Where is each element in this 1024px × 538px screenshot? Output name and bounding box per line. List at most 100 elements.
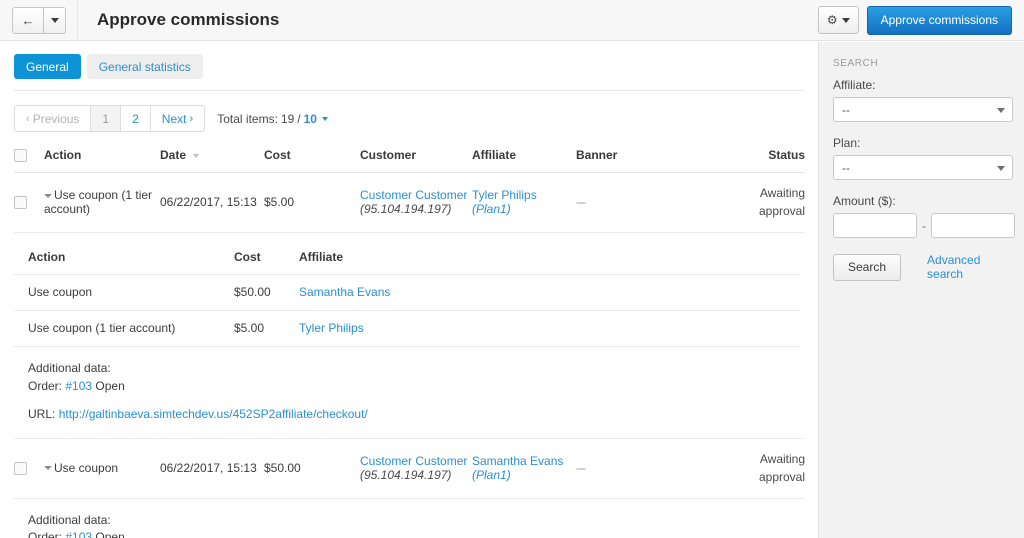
pagination-page-1[interactable]: 1 (91, 106, 122, 131)
pagination-page-1-label: 1 (102, 111, 110, 126)
row-customer-ip: (95.104.194.197) (360, 467, 452, 482)
row-customer-ip: (95.104.194.197) (360, 202, 452, 217)
select-all-header (14, 148, 44, 174)
pagination-next-label: Next (161, 111, 187, 126)
column-affiliate[interactable]: Affiliate (472, 148, 576, 174)
back-button[interactable]: ← (12, 6, 44, 34)
row-affiliate-plan[interactable]: (Plan1) (472, 202, 576, 216)
total-items-label: Total items: (217, 111, 278, 126)
row-customer-link[interactable]: Customer Customer (360, 454, 472, 468)
detail-action: Use coupon (1 tier account) (14, 310, 220, 348)
column-action[interactable]: Action (44, 148, 160, 174)
order-number-link[interactable]: #103 (65, 379, 92, 393)
column-date[interactable]: Date (160, 148, 264, 174)
row-action-label: Use coupon (1 tier account) (44, 188, 153, 217)
row-detail-panel: Action Cost Affiliate Use coupon $50.00 … (0, 241, 818, 439)
checkout-url-link[interactable]: http://galtinbaeva.simtechdev.us/452SP2a… (59, 407, 368, 421)
order-label: Order: (28, 529, 63, 538)
settings-button[interactable]: ⚙ (817, 6, 859, 34)
pagination-previous[interactable]: ‹ Previous (15, 106, 92, 131)
detail-affiliate-cell: Samantha Evans (285, 274, 800, 312)
table-row[interactable]: Use coupon (1 tier account) 06/22/2017, … (14, 172, 805, 234)
plan-select[interactable]: -- (833, 155, 1013, 180)
row-cost: $50.00 (264, 438, 360, 499)
tab-general[interactable]: General (14, 54, 81, 79)
row-affiliate-link[interactable]: Samantha Evans (472, 454, 576, 468)
row-detail-body: Use coupon $50.00 Samantha Evans Use cou… (14, 274, 800, 348)
order-label: Order: (28, 378, 63, 393)
column-cost[interactable]: Cost (264, 148, 360, 174)
total-items: Total items: 19 / 10 (217, 112, 328, 126)
tab-bar: General General statistics (0, 42, 818, 79)
additional-data: Additional data: Order: #103 Open URL: h… (14, 499, 818, 538)
pagination-previous-label: Previous (32, 111, 80, 126)
row-affiliate-plan[interactable]: (Plan1) (472, 468, 576, 482)
table-header-row: Action Date Cost Customer Affiliate Bann… (14, 148, 805, 174)
detail-affiliate-link[interactable]: Samantha Evans (299, 285, 390, 299)
search-actions: Search Advanced search (833, 253, 1012, 281)
row-status: Awaiting approval (734, 438, 805, 499)
approve-commissions-button[interactable]: Approve commissions (866, 5, 1012, 35)
amount-range-separator: - (922, 218, 926, 233)
plan-label: Plan: (833, 136, 861, 150)
tab-general-statistics[interactable]: General statistics (86, 54, 203, 79)
table-row[interactable]: Use coupon 06/22/2017, 15:13 $50.00 Cust… (14, 438, 805, 499)
tab-general-statistics-label: General statistics (98, 59, 191, 74)
row-checkbox[interactable] (14, 196, 27, 210)
row-banner-value: --- (576, 195, 586, 210)
pagination-page-2-label: 2 (132, 111, 139, 126)
status-badge: Awaiting approval (758, 451, 805, 484)
detail-cost: $5.00 (220, 310, 285, 348)
affiliate-select-value: -- (842, 102, 850, 117)
column-date-label: Date (160, 148, 187, 163)
detail-affiliate-link[interactable]: Tyler Philips (299, 321, 364, 335)
detail-cost: $50.00 (220, 274, 285, 312)
expand-row-icon[interactable] (44, 466, 52, 471)
pagination-page-2[interactable]: 2 (121, 106, 151, 131)
search-button[interactable]: Search (833, 253, 902, 281)
total-items-count: 19 (280, 111, 295, 126)
row-affiliate-link[interactable]: Tyler Philips (472, 188, 576, 202)
order-status: Open (95, 529, 125, 538)
sort-descending-icon (193, 154, 200, 159)
row-checkbox[interactable] (14, 461, 27, 475)
order-number-link[interactable]: #103 (65, 530, 92, 538)
expand-row-icon[interactable] (44, 194, 52, 199)
row-select-cell (14, 172, 44, 234)
chevron-down-icon (321, 116, 328, 121)
column-customer[interactable]: Customer (360, 148, 472, 174)
order-status: Open (95, 378, 125, 393)
column-banner[interactable]: Banner (576, 148, 734, 174)
search-sidebar: SEARCH Affiliate: -- Plan: -- Amount ($)… (818, 42, 1024, 538)
table-header: Action Date Cost Customer Affiliate Bann… (14, 148, 805, 174)
url-label: URL: (28, 407, 56, 422)
chevron-down-icon (997, 107, 1005, 113)
detail-column-cost: Cost (220, 241, 285, 276)
row-action-cell: Use coupon (1 tier account) (44, 172, 160, 234)
detail-row: Use coupon (1 tier account) $5.00 Tyler … (14, 310, 800, 348)
gear-icon: ⚙ (826, 13, 838, 27)
amount-to-input[interactable] (931, 213, 1015, 238)
pagination-next[interactable]: Next › (151, 106, 204, 131)
row-affiliate-cell: Samantha Evans (Plan1) (472, 438, 576, 499)
additional-data-label: Additional data: (28, 512, 111, 527)
detail-row: Use coupon $50.00 Samantha Evans (14, 274, 800, 312)
select-all-checkbox[interactable] (14, 149, 27, 163)
affiliate-select[interactable]: -- (833, 97, 1013, 122)
back-dropdown-button[interactable] (44, 6, 66, 34)
detail-column-action: Action (14, 241, 220, 276)
chevron-left-icon: ‹ (26, 112, 33, 125)
amount-from-input[interactable] (833, 213, 917, 238)
row-action-cell: Use coupon (44, 438, 160, 499)
url-line: URL: http://galtinbaeva.simtechdev.us/45… (28, 406, 818, 423)
column-status[interactable]: Status (734, 148, 805, 174)
advanced-search-link[interactable]: Advanced search (927, 253, 1012, 281)
row-detail-table: Action Cost Affiliate Use coupon $50.00 … (14, 241, 800, 348)
top-bar: ← Approve commissions ⚙ Approve commissi… (0, 0, 1024, 41)
row-customer-link[interactable]: Customer Customer (360, 188, 472, 202)
table-body: Use coupon (1 tier account) 06/22/2017, … (14, 172, 805, 234)
row-banner-value: --- (576, 460, 586, 475)
pagination-row: ‹ Previous 1 2 Next › Total items: 19 / … (0, 91, 818, 132)
per-page-selector[interactable]: 10 (304, 112, 317, 126)
pagination: ‹ Previous 1 2 Next › (14, 105, 206, 132)
